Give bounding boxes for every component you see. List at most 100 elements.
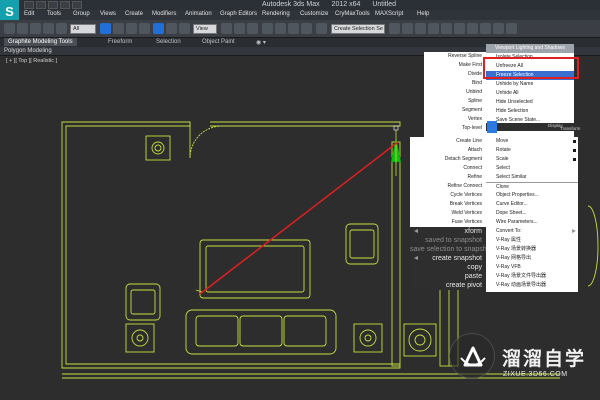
menu-save-selection-to-snapshot[interactable]: save selection to snapshot	[410, 245, 493, 254]
menu-curve-editor[interactable]: Curve Editor...	[486, 200, 578, 209]
rectangular-selection-icon[interactable]	[126, 23, 137, 34]
redo-icon[interactable]	[72, 1, 82, 9]
material-editor-icon[interactable]	[467, 23, 478, 34]
menu-tools[interactable]: Tools	[47, 11, 61, 17]
menu-select[interactable]: Select	[486, 164, 578, 173]
menu-break-vertices[interactable]: Break Vertices	[410, 200, 486, 209]
menu-create-snapshot[interactable]: create snapshot	[410, 254, 486, 263]
select-and-manipulate-icon[interactable]	[234, 23, 245, 34]
snaps-toggle-icon[interactable]	[262, 23, 273, 34]
menu-refine-connect[interactable]: Refine Connect	[410, 182, 486, 191]
menu-detach-segment[interactable]: Detach Segment	[410, 155, 486, 164]
menu-edit[interactable]: Edit	[24, 11, 34, 17]
menu-create[interactable]: Create	[125, 11, 143, 17]
menu-refine[interactable]: Refine	[410, 173, 486, 182]
rendered-frame-window-icon[interactable]	[493, 23, 504, 34]
select-object-icon[interactable]	[100, 23, 111, 34]
menu-views[interactable]: Views	[100, 11, 116, 17]
menu-graph-editors[interactable]: Graph Editors	[220, 11, 257, 17]
menu-make-first[interactable]: Make First	[424, 61, 486, 70]
reference-coordinate-dropdown[interactable]: View	[193, 24, 217, 34]
menu-paste[interactable]: paste	[410, 272, 486, 281]
menu-vray-mesh-export[interactable]: V-Ray 网格导出	[486, 254, 578, 263]
bind-space-warp-icon[interactable]	[56, 23, 67, 34]
tab-graphite-modeling-tools[interactable]: Graphite Modeling Tools	[4, 38, 77, 46]
scale-settings-icon[interactable]	[573, 158, 576, 161]
mirror-icon[interactable]	[389, 23, 400, 34]
menu-saved-to-snapshot[interactable]: saved to snapshot	[410, 236, 486, 245]
menu-fuse-vertices[interactable]: Fuse Vertices	[410, 218, 486, 227]
menu-help[interactable]: Help	[417, 11, 429, 17]
menu-hide-unselected[interactable]: Hide Unselected	[486, 98, 574, 107]
menu-vray-properties[interactable]: V-Ray 属性	[486, 236, 578, 245]
curve-editor-icon[interactable]	[441, 23, 452, 34]
menu-xform[interactable]: xform	[410, 227, 486, 236]
menu-object-properties[interactable]: Object Properties...	[486, 191, 578, 200]
menu-rotate[interactable]: Rotate	[486, 146, 578, 155]
menu-clone[interactable]: Clone	[486, 182, 578, 191]
graphite-toggle-icon[interactable]	[428, 23, 439, 34]
quad-center-icon[interactable]	[487, 121, 497, 133]
menu-move[interactable]: Move	[486, 137, 578, 146]
menu-convert-to[interactable]: Convert To:	[486, 227, 578, 236]
use-pivot-center-icon[interactable]	[221, 23, 232, 34]
menu-connect[interactable]: Connect	[410, 164, 486, 173]
layer-manager-icon[interactable]	[415, 23, 426, 34]
menu-reverse-spline[interactable]: Reverse Spline	[424, 52, 486, 61]
menu-unbind[interactable]: Unbind	[424, 88, 486, 97]
menu-wire-parameters[interactable]: Wire Parameters...	[486, 218, 578, 227]
menu-scale[interactable]: Scale	[486, 155, 578, 164]
menu-spline[interactable]: Spline	[424, 97, 486, 106]
menu-unhide-all[interactable]: Unhide All	[486, 89, 574, 98]
unlink-icon[interactable]	[43, 23, 54, 34]
align-icon[interactable]	[402, 23, 413, 34]
angle-snap-icon[interactable]	[275, 23, 286, 34]
tab-selection[interactable]: Selection	[156, 39, 181, 45]
edit-named-selection-icon[interactable]	[316, 23, 327, 34]
schematic-view-icon[interactable]	[454, 23, 465, 34]
menu-customize[interactable]: Customize	[300, 11, 328, 17]
menu-top-level[interactable]: Top-level	[424, 124, 486, 133]
save-file-icon[interactable]	[48, 1, 58, 9]
render-setup-icon[interactable]	[480, 23, 491, 34]
menu-segment[interactable]: Segment	[424, 106, 486, 115]
ribbon-options-icon[interactable]: ◉ ▾	[256, 39, 266, 46]
menu-copy[interactable]: copy	[410, 263, 486, 272]
menu-vray-vfb[interactable]: V-Ray VFB	[486, 263, 578, 272]
menu-animation[interactable]: Animation	[185, 11, 212, 17]
menu-select-similar[interactable]: Select Similar	[486, 173, 578, 182]
menu-unhide-by-name[interactable]: Unhide by Name	[486, 80, 574, 89]
menu-weld-vertices[interactable]: Weld Vertices	[410, 209, 486, 218]
redo-button[interactable]	[17, 23, 28, 34]
menu-dope-sheet[interactable]: Dope Sheet...	[486, 209, 578, 218]
menu-vertex[interactable]: Vertex	[424, 115, 486, 124]
window-crossing-icon[interactable]	[139, 23, 150, 34]
menu-group[interactable]: Group	[73, 11, 90, 17]
move-settings-icon[interactable]	[573, 140, 576, 143]
menu-vray-scene-file-exporter[interactable]: V-Ray 场景文件导出器	[486, 272, 578, 281]
menu-modifiers[interactable]: Modifiers	[152, 11, 176, 17]
polygon-modeling-panel[interactable]: Polygon Modeling	[4, 48, 52, 54]
select-by-name-icon[interactable]	[113, 23, 124, 34]
menu-divide[interactable]: Divide	[424, 70, 486, 79]
menu-vray-scene-converter[interactable]: V-Ray 场景转换器	[486, 245, 578, 254]
open-file-icon[interactable]	[36, 1, 46, 9]
menu-create-pivot[interactable]: create pivot	[410, 281, 486, 290]
keyboard-shortcut-override-icon[interactable]	[247, 23, 258, 34]
rotate-settings-icon[interactable]	[573, 149, 576, 152]
menu-attach[interactable]: Attach	[410, 146, 486, 155]
menu-maxscript[interactable]: MAXScript	[375, 11, 403, 17]
spinner-snap-icon[interactable]	[301, 23, 312, 34]
menu-vray-animation-exporter[interactable]: V-Ray 动画场景导出器	[486, 281, 578, 290]
menu-rendering[interactable]: Rendering	[262, 11, 290, 17]
menu-create-line[interactable]: Create Line	[410, 137, 486, 146]
menu-crymaxtools[interactable]: CryMaxTools	[335, 11, 370, 17]
menu-bind[interactable]: Bind	[424, 79, 486, 88]
menu-hide-selection[interactable]: Hide Selection	[486, 107, 574, 116]
select-and-rotate-icon[interactable]	[166, 23, 177, 34]
undo-button[interactable]	[4, 23, 15, 34]
named-selection-dropdown[interactable]: Create Selection Se	[331, 24, 385, 34]
select-and-move-icon[interactable]	[153, 23, 164, 34]
render-production-icon[interactable]	[506, 23, 517, 34]
selection-filter-dropdown[interactable]: All	[70, 24, 96, 34]
